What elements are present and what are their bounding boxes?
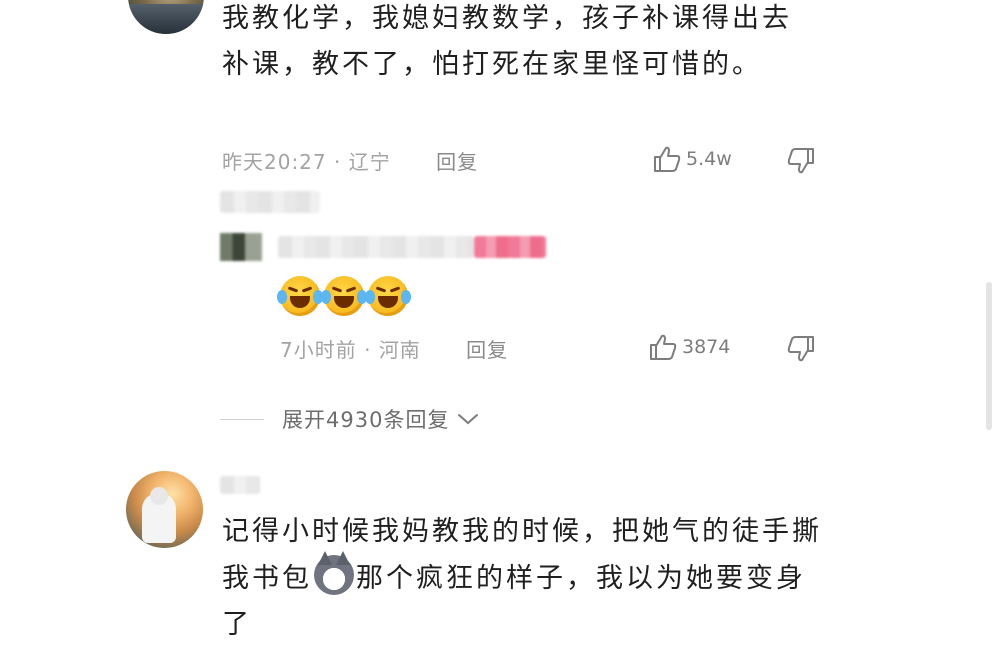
- scrollbar[interactable]: [986, 282, 992, 430]
- husky-dog-emoji: [314, 551, 354, 595]
- blurred-author-tag: [474, 236, 546, 258]
- reply-like-count: 3874: [682, 336, 731, 358]
- blurred-username: [220, 191, 320, 213]
- commenter-avatar[interactable]: [126, 471, 203, 548]
- comment-meta: 昨天20:27 · 辽宁 回复: [222, 146, 478, 175]
- blurred-username: [220, 476, 260, 494]
- reply-time: 7小时前: [280, 338, 357, 362]
- thumbs-down-icon[interactable]: [786, 147, 816, 175]
- comment-time: 昨天20:27: [222, 150, 327, 174]
- thumbs-up-icon: [652, 145, 682, 173]
- reply-like-button[interactable]: 3874: [648, 333, 730, 361]
- reply-emoji-row: [277, 276, 412, 316]
- reply-button[interactable]: 回复: [466, 338, 508, 362]
- comment-location: 辽宁: [348, 150, 391, 174]
- laugh-cry-emoji: [365, 276, 411, 316]
- like-count: 5.4w: [686, 148, 732, 170]
- chevron-down-icon: [457, 412, 479, 426]
- reply-avatar[interactable]: [220, 233, 262, 261]
- laugh-cry-emoji: [321, 276, 367, 316]
- like-button[interactable]: 5.4w: [652, 145, 732, 173]
- comment-text: 记得小时候我妈教我的时候，把她气的徒手撕我书包 那个疯狂的样子，我以为她要变身了: [222, 509, 822, 648]
- reply-button[interactable]: 回复: [436, 150, 478, 174]
- blurred-reply-username: [278, 236, 474, 258]
- thumbs-up-icon: [648, 333, 678, 361]
- reply-location: 河南: [378, 338, 421, 362]
- thumbs-down-icon[interactable]: [786, 335, 816, 363]
- commenter-avatar[interactable]: [128, 0, 204, 34]
- expand-divider: [220, 419, 264, 420]
- laugh-cry-emoji: [277, 276, 323, 316]
- meta-separator: ·: [334, 150, 342, 174]
- comment-text: 我教化学，我媳妇教数学，孩子补课得出去补课，教不了，怕打死在家里怪可惜的。: [222, 3, 792, 80]
- reply-meta: 7小时前 · 河南 回复: [280, 334, 508, 363]
- expand-replies-label: 展开4930条回复: [282, 408, 450, 432]
- meta-separator: ·: [364, 338, 372, 362]
- expand-replies-button[interactable]: 展开4930条回复: [282, 404, 479, 434]
